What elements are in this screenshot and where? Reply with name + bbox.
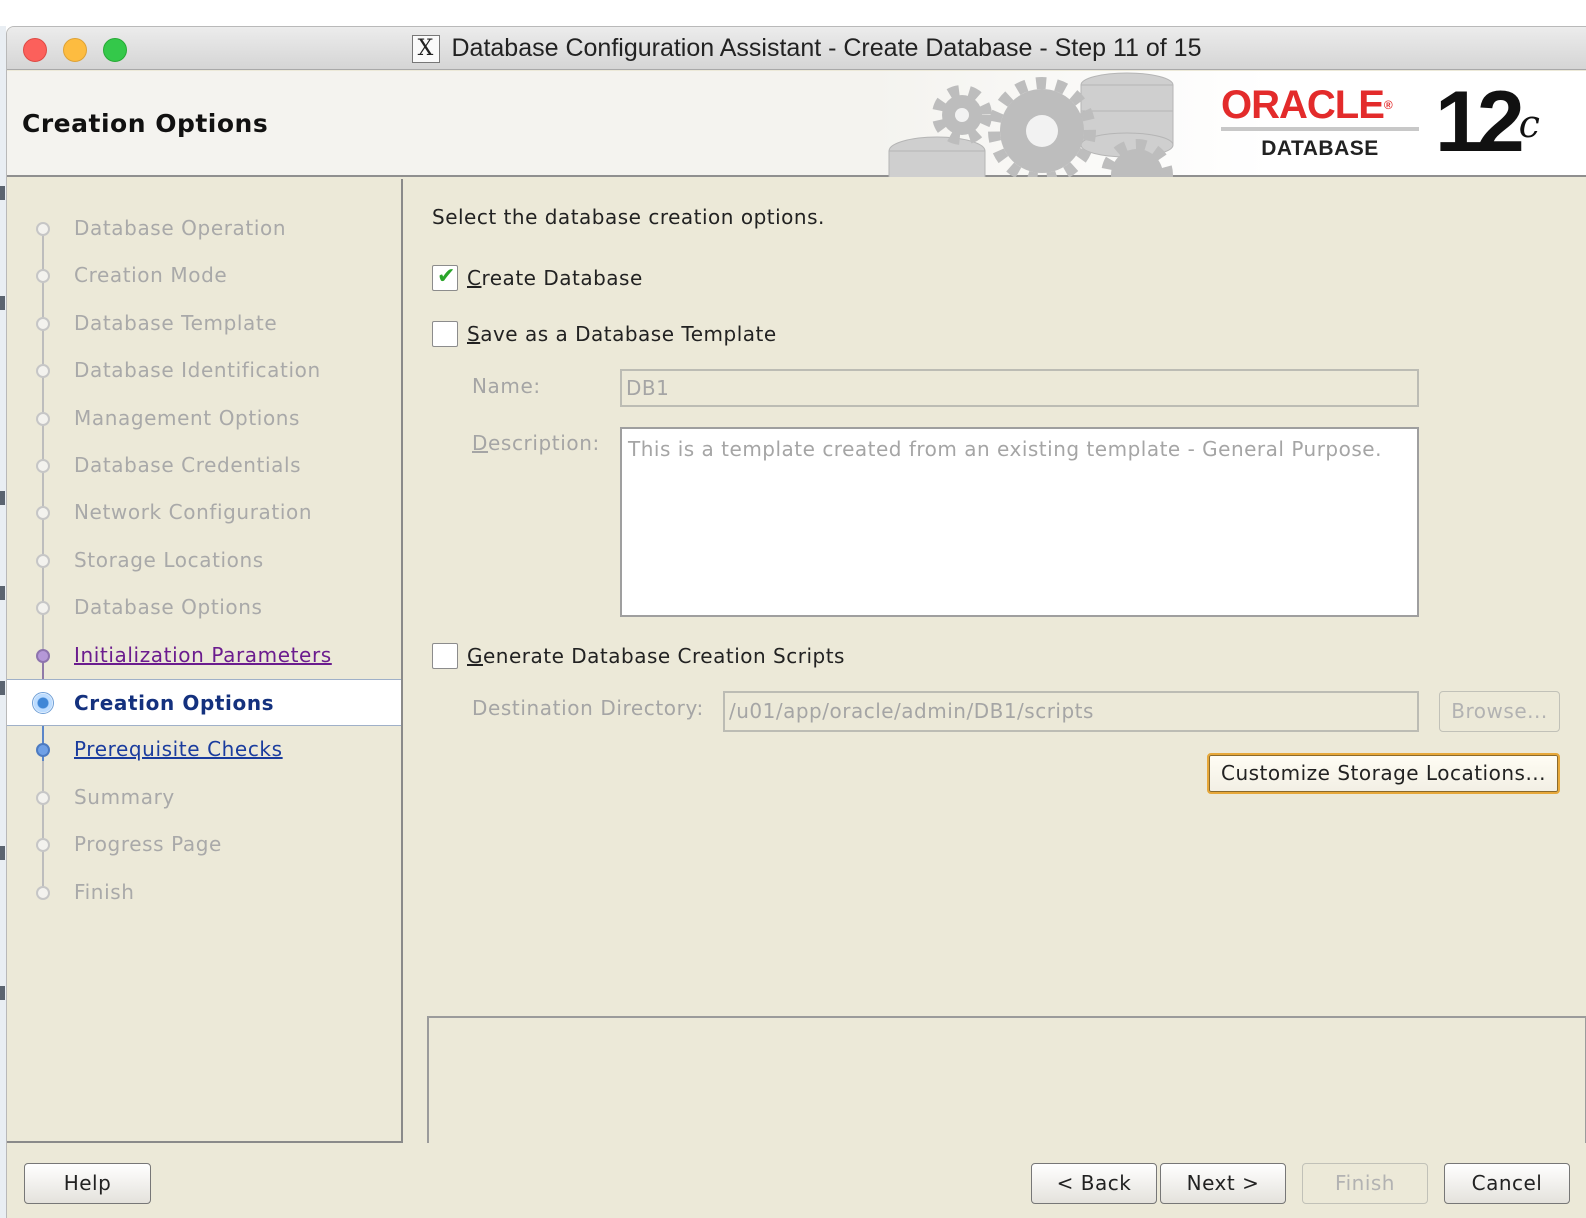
main-content: Select the database creation options. ✔ … (405, 179, 1586, 1167)
step-indicator-icon (36, 411, 50, 426)
nav-step-label: Creation Mode (74, 263, 228, 288)
nav-step-label: Database Options (74, 595, 263, 620)
save-template-label[interactable]: Save as a Database Template (467, 322, 777, 346)
nav-step-database-options: Database Options (7, 584, 401, 631)
nav-step-label[interactable]: Creation Options (74, 691, 274, 715)
nav-step-label: Summary (74, 784, 175, 809)
nav-step-database-template: Database Template (7, 300, 401, 347)
step-indicator-icon (36, 601, 50, 616)
dbca-window: X Database Configuration Assistant - Cre… (6, 26, 1586, 1218)
step-indicator-icon (36, 885, 50, 900)
header-banner: Creation Options ORACLE® DATABASE 12c (7, 71, 1586, 177)
save-template-checkbox[interactable] (432, 321, 458, 347)
step-indicator-icon (36, 222, 50, 236)
step-indicator-icon (36, 364, 50, 379)
instructions-text: Select the database creation options. (432, 205, 825, 229)
create-database-label[interactable]: Create Database (467, 266, 643, 290)
nav-step-database-identification: Database Identification (7, 347, 401, 394)
step-indicator-icon (36, 316, 50, 331)
template-description-label: Description: (472, 431, 600, 455)
create-database-checkbox[interactable]: ✔ (432, 264, 458, 291)
template-name-label: Name: (472, 374, 541, 398)
nav-step-creation-mode: Creation Mode (7, 252, 401, 299)
nav-step-label: Database Operation (74, 216, 287, 240)
step-indicator-icon (36, 459, 50, 473)
template-name-input[interactable]: DB1 (620, 369, 1419, 407)
x11-app-icon: X (411, 34, 440, 63)
nav-step-label: Network Configuration (74, 500, 313, 525)
cancel-button[interactable]: Cancel (1444, 1163, 1570, 1204)
nav-step-finish: Finish (7, 869, 401, 916)
window-title: Database Configuration Assistant - Creat… (451, 34, 1202, 62)
back-button[interactable]: < Back (1031, 1163, 1157, 1204)
step-indicator-icon (36, 506, 50, 521)
desktop-background (0, 0, 1586, 26)
step-indicator-icon (36, 648, 50, 663)
browse-button[interactable]: Browse... (1439, 691, 1560, 732)
template-description-textarea[interactable]: This is a template created from an exist… (620, 427, 1419, 617)
step-indicator-icon (36, 553, 50, 568)
step-indicator-icon (32, 692, 54, 714)
nav-step-network-configuration: Network Configuration (7, 489, 401, 536)
generate-scripts-checkbox[interactable] (432, 643, 458, 669)
nav-step-label: Database Template (74, 310, 278, 335)
step-indicator-icon (36, 838, 50, 853)
nav-step-summary: Summary (7, 774, 401, 821)
gears-database-graphic-icon (888, 72, 1174, 177)
nav-step-label: Management Options (74, 405, 301, 430)
nav-step-label: Storage Locations (74, 547, 264, 572)
customize-storage-locations-button[interactable]: Customize Storage Locations... (1207, 753, 1560, 794)
nav-step-creation-options[interactable]: Creation Options (7, 679, 401, 726)
generate-scripts-label[interactable]: Generate Database Creation Scripts (467, 644, 845, 668)
nav-step-storage-locations: Storage Locations (7, 537, 401, 584)
nav-step-initialization-parameters[interactable]: Initialization Parameters (7, 632, 401, 679)
nav-step-prerequisite-checks[interactable]: Prerequisite Checks (7, 726, 401, 773)
title-bar[interactable]: X Database Configuration Assistant - Cre… (7, 27, 1586, 70)
nav-step-label: Finish (74, 879, 135, 904)
nav-step-management-options: Management Options (7, 395, 401, 442)
nav-step-database-credentials: Database Credentials (7, 442, 401, 489)
step-navigation: Database Operation Creation Mode Database … (7, 179, 403, 1143)
nav-step-label: Database Credentials (74, 453, 302, 477)
next-button[interactable]: Next > (1160, 1163, 1286, 1204)
nav-step-label: Database Identification (74, 358, 321, 383)
step-indicator-icon (36, 790, 50, 805)
step-indicator-icon (36, 269, 50, 284)
step-indicator-icon (36, 743, 50, 758)
nav-step-label[interactable]: Prerequisite Checks (74, 737, 283, 761)
oracle-logo: ORACLE® DATABASE (1221, 85, 1421, 165)
nav-step-label[interactable]: Initialization Parameters (74, 643, 332, 667)
check-icon: ✔ (437, 264, 456, 289)
nav-step-progress-page: Progress Page (7, 821, 401, 868)
page-title: Creation Options (22, 109, 269, 138)
finish-button[interactable]: Finish (1302, 1163, 1428, 1204)
destination-directory-input[interactable]: /u01/app/oracle/admin/DB1/scripts (723, 691, 1419, 732)
nav-step-database-operation: Database Operation (7, 205, 401, 252)
nav-step-label: Progress Page (74, 832, 222, 857)
destination-directory-label: Destination Directory: (472, 696, 704, 720)
help-button[interactable]: Help (24, 1163, 151, 1204)
version-logo: 12c (1435, 74, 1540, 170)
wizard-footer: Help < Back Next > Finish Cancel (7, 1143, 1586, 1218)
